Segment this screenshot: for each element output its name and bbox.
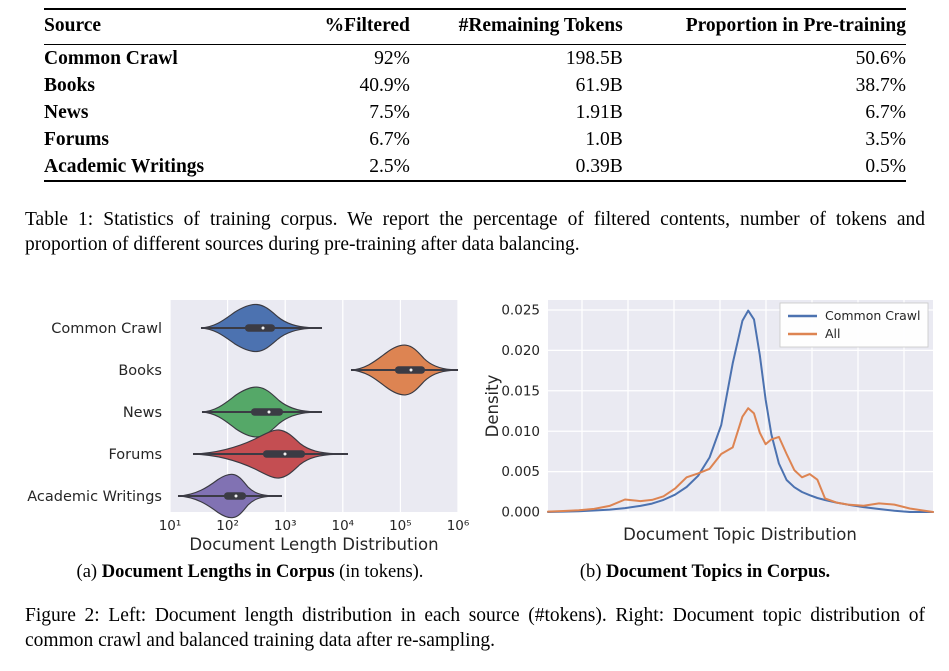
cell-source: Forums [44, 128, 109, 150]
category-labels: Common Crawl Books News Forums Academic … [27, 321, 162, 505]
column-header-proportion: Proportion in Pre-training [638, 8, 906, 45]
category-label-news: News [123, 405, 162, 421]
density-plot-svg: Common Crawl All 0.000 0.005 0.010 0.015… [483, 300, 934, 544]
y-tick-label: 0.020 [501, 343, 540, 359]
table-row: Academic Writings 2.5% 0.39B 0.5% [44, 153, 906, 182]
category-label-academic-writings: Academic Writings [27, 489, 162, 505]
cell-proportion: 3.5% [865, 128, 906, 150]
plot-background [170, 300, 458, 512]
cell-source: News [44, 101, 89, 123]
table-header-row: Source %Filtered #Remaining Tokens Propo… [44, 8, 906, 45]
cell-source: Common Crawl [44, 44, 294, 72]
legend-label-common-crawl: Common Crawl [825, 308, 921, 323]
x-tick-label: 10¹ [159, 518, 182, 534]
subcaption-a-rest: (in tokens). [334, 562, 424, 582]
table-row: Forums 6.7% 1.0B 3.5% [44, 126, 906, 153]
x-tick-labels: 10¹ 10² 10³ 10⁴ 10⁵ 10⁶ [159, 518, 470, 534]
cell-source: Academic Writings [44, 153, 294, 182]
column-header-source: Source [44, 8, 294, 45]
y-tick-labels: 0.000 0.005 0.010 0.015 0.020 0.025 [501, 303, 540, 521]
x-tick-label: 10⁴ [332, 518, 355, 534]
violin-plot-svg: Common Crawl Books News Forums Academic … [27, 300, 470, 554]
table-header: Source %Filtered #Remaining Tokens Propo… [44, 8, 906, 45]
category-label-common-crawl: Common Crawl [51, 321, 162, 337]
statistics-table: Source %Filtered #Remaining Tokens Propo… [44, 8, 906, 182]
y-tick-label: 0.010 [501, 424, 540, 440]
cell-tokens: 198.5B [431, 44, 639, 72]
subcaption-a-prefix: (a) [76, 562, 102, 582]
x-axis-label: Document Length Distribution [189, 535, 438, 553]
column-header-filtered: %Filtered [293, 8, 432, 45]
cell-source: Books [44, 74, 95, 96]
figure-2a-violin-plot: Common Crawl Books News Forums Academic … [20, 288, 470, 554]
figure-2b-density-plot: Common Crawl All 0.000 0.005 0.010 0.015… [480, 288, 935, 553]
x-axis-label: Document Topic Distribution [623, 525, 857, 544]
cell-tokens: 1.0B [585, 128, 623, 150]
table-caption: Table 1: Statistics of training corpus. … [25, 209, 925, 255]
y-axis-label: Density [483, 374, 502, 437]
figure-caption: Figure 2: Left: Document length distribu… [25, 605, 925, 651]
table-body: Common Crawl 92% 198.5B 50.6% Books 40.9… [44, 44, 906, 182]
legend: Common Crawl All [779, 302, 929, 348]
subcaption-b-prefix: (b) [579, 562, 607, 582]
table-row: Books 40.9% 61.9B 38.7% [44, 72, 906, 99]
cell-tokens: 0.39B [431, 153, 639, 182]
column-header-tokens: #Remaining Tokens [431, 8, 639, 45]
x-tick-label: 10³ [274, 518, 297, 534]
cell-filtered: 7.5% [369, 101, 410, 123]
table-row: News 7.5% 1.91B 6.7% [44, 99, 906, 126]
y-tick-label: 0.015 [501, 383, 540, 399]
subcaption-a-bold: Document Lengths in Corpus [101, 562, 335, 582]
y-tick-label: 0.005 [501, 464, 540, 480]
category-label-books: Books [118, 363, 162, 379]
cell-filtered: 2.5% [293, 153, 432, 182]
cell-proportion: 0.5% [638, 153, 906, 182]
y-tick-label: 0.000 [501, 505, 540, 521]
x-tick-label: 10⁶ [447, 518, 470, 534]
cell-tokens: 61.9B [575, 74, 623, 96]
cell-proportion: 6.7% [865, 101, 906, 123]
x-tick-label: 10⁵ [389, 518, 412, 534]
cell-tokens: 1.91B [575, 101, 623, 123]
legend-label-all: All [825, 326, 841, 341]
cell-filtered: 92% [293, 44, 432, 72]
x-tick-label: 10² [216, 518, 239, 534]
cell-proportion: 38.7% [855, 74, 906, 96]
table-row: Common Crawl 92% 198.5B 50.6% [44, 44, 906, 72]
cell-proportion: 50.6% [638, 44, 906, 72]
category-label-forums: Forums [108, 447, 162, 463]
statistics-table-block: Source %Filtered #Remaining Tokens Propo… [44, 8, 906, 182]
subcaption-b-bold: Document Topics in Corpus. [606, 562, 831, 582]
subcaption-a: (a) Document Lengths in Corpus (in token… [25, 562, 475, 583]
y-tick-label: 0.025 [501, 303, 540, 319]
cell-filtered: 6.7% [369, 128, 410, 150]
subcaption-b: (b) Document Topics in Corpus. [480, 562, 930, 583]
cell-filtered: 40.9% [359, 74, 410, 96]
